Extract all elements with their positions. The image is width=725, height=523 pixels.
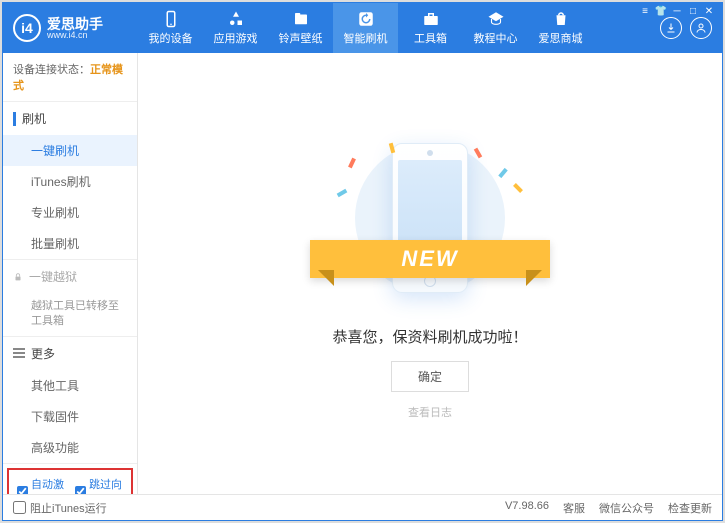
section-flash: 刷机 一键刷机 iTunes刷机 专业刷机 批量刷机 bbox=[3, 102, 137, 260]
main-content: NEW 恭喜您，保资料刷机成功啦！ 确定 查看日志 bbox=[138, 53, 722, 494]
checkbox-skip-guide[interactable]: 跳过向导 bbox=[75, 476, 123, 494]
sidebar-item-oneclick[interactable]: 一键刷机 bbox=[3, 135, 137, 166]
success-message: 恭喜您，保资料刷机成功啦！ bbox=[332, 326, 527, 347]
checkbox-block-itunes[interactable]: 阻止iTunes运行 bbox=[13, 500, 107, 516]
toolbox-icon bbox=[422, 10, 440, 28]
statusbar: 阻止iTunes运行 V7.98.66 客服 微信公众号 检查更新 bbox=[3, 494, 722, 520]
ok-button[interactable]: 确定 bbox=[391, 361, 469, 392]
connection-status: 设备连接状态：正常模式 bbox=[3, 53, 137, 102]
update-link[interactable]: 检查更新 bbox=[668, 500, 712, 516]
folder-icon bbox=[292, 10, 310, 28]
sidebar-item-advanced[interactable]: 高级功能 bbox=[3, 432, 137, 463]
menu-icon[interactable]: ≡ bbox=[638, 5, 652, 17]
download-icon[interactable] bbox=[660, 17, 682, 39]
logo: i4 爱思助手 www.i4.cn bbox=[13, 14, 138, 42]
apps-icon bbox=[227, 10, 245, 28]
hamburger-icon bbox=[13, 348, 25, 358]
window-controls: ≡ 👕 ─ □ ✕ bbox=[632, 3, 722, 19]
app-title: 爱思助手 bbox=[47, 17, 103, 31]
checkbox-auto-activate[interactable]: 自动激活 bbox=[17, 476, 65, 494]
sidebar-item-other-tools[interactable]: 其他工具 bbox=[3, 370, 137, 401]
top-nav: 我的设备 应用游戏 铃声壁纸 智能刷机 工具箱 教程中心 爱思商城 bbox=[138, 3, 660, 53]
close-icon[interactable]: ✕ bbox=[702, 5, 716, 17]
bag-icon bbox=[552, 10, 570, 28]
minimize-icon[interactable]: ─ bbox=[670, 5, 684, 17]
sidebar-item-itunes[interactable]: iTunes刷机 bbox=[3, 166, 137, 197]
view-log-link[interactable]: 查看日志 bbox=[408, 404, 452, 420]
phone-icon bbox=[162, 10, 180, 28]
nav-toolbox[interactable]: 工具箱 bbox=[398, 3, 463, 53]
nav-apps[interactable]: 应用游戏 bbox=[203, 3, 268, 53]
sidebar-item-download-fw[interactable]: 下载固件 bbox=[3, 401, 137, 432]
section-flash-header[interactable]: 刷机 bbox=[3, 102, 137, 135]
new-ribbon: NEW bbox=[310, 240, 550, 278]
app-url: www.i4.cn bbox=[47, 31, 103, 40]
sidebar-item-pro[interactable]: 专业刷机 bbox=[3, 197, 137, 228]
section-more: 更多 其他工具 下载固件 高级功能 bbox=[3, 337, 137, 464]
highlighted-options: 自动激活 跳过向导 bbox=[7, 468, 133, 494]
grad-cap-icon bbox=[487, 10, 505, 28]
body: 设备连接状态：正常模式 刷机 一键刷机 iTunes刷机 专业刷机 批量刷机 一… bbox=[3, 53, 722, 494]
section-more-header[interactable]: 更多 bbox=[3, 337, 137, 370]
nav-ringtones[interactable]: 铃声壁纸 bbox=[268, 3, 333, 53]
section-jailbreak: 一键越狱 越狱工具已转移至工具箱 bbox=[3, 260, 137, 337]
nav-smart-flash[interactable]: 智能刷机 bbox=[333, 3, 398, 53]
nav-tutorials[interactable]: 教程中心 bbox=[463, 3, 528, 53]
section-jailbreak-header[interactable]: 一键越狱 bbox=[3, 260, 137, 293]
service-link[interactable]: 客服 bbox=[563, 500, 585, 516]
maximize-icon[interactable]: □ bbox=[686, 5, 700, 17]
sidebar: 设备连接状态：正常模式 刷机 一键刷机 iTunes刷机 专业刷机 批量刷机 一… bbox=[3, 53, 138, 494]
top-right bbox=[660, 17, 712, 39]
user-icon[interactable] bbox=[690, 17, 712, 39]
skin-icon[interactable]: 👕 bbox=[654, 5, 668, 17]
lock-icon bbox=[13, 272, 23, 282]
nav-my-device[interactable]: 我的设备 bbox=[138, 3, 203, 53]
topbar: i4 爱思助手 www.i4.cn 我的设备 应用游戏 铃声壁纸 智能刷机 工具… bbox=[3, 3, 722, 53]
version-label: V7.98.66 bbox=[505, 500, 549, 516]
wechat-link[interactable]: 微信公众号 bbox=[599, 500, 654, 516]
jailbreak-note: 越狱工具已转移至工具箱 bbox=[3, 293, 137, 336]
logo-icon: i4 bbox=[13, 14, 41, 42]
nav-store[interactable]: 爱思商城 bbox=[528, 3, 593, 53]
app-window: ≡ 👕 ─ □ ✕ i4 爱思助手 www.i4.cn 我的设备 应用游戏 铃声… bbox=[2, 2, 723, 521]
success-illustration: NEW bbox=[330, 128, 530, 308]
sidebar-item-batch[interactable]: 批量刷机 bbox=[3, 228, 137, 259]
refresh-icon bbox=[357, 10, 375, 28]
